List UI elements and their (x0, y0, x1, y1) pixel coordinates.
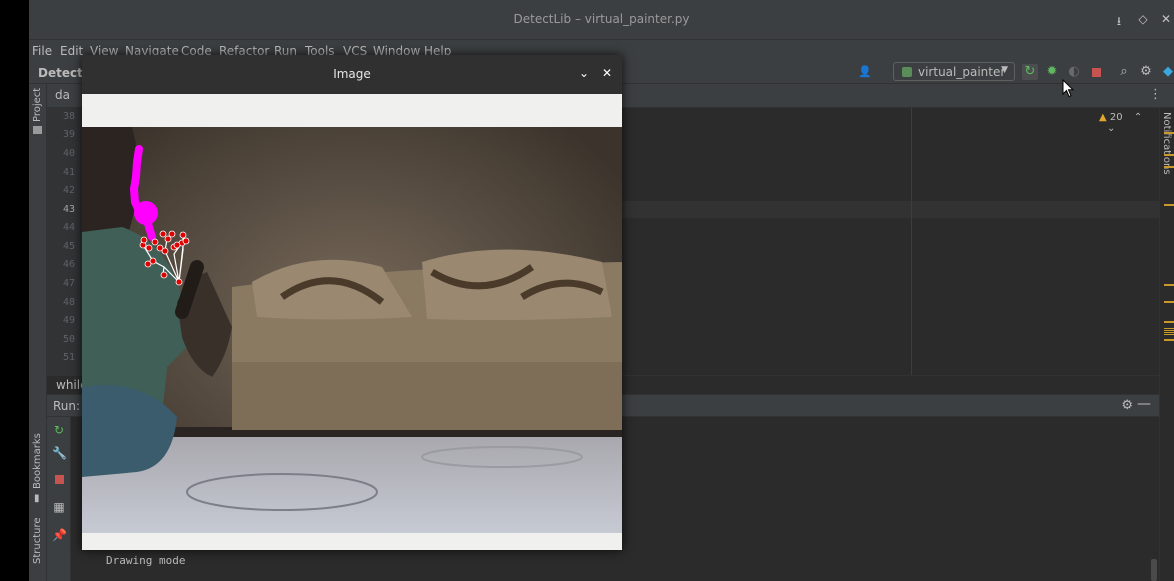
warning-stripe[interactable] (1164, 132, 1174, 134)
gear-icon[interactable]: ⚙ (1121, 398, 1133, 413)
structure-tool-button[interactable]: Structure (32, 517, 43, 564)
rerun-icon[interactable]: ↻ (52, 423, 66, 437)
sofa-seat (232, 362, 622, 430)
menu-edit[interactable]: Edit (60, 44, 83, 58)
stop-icon[interactable] (52, 473, 66, 487)
rerun-icon[interactable]: ↻ (1022, 64, 1038, 80)
debug-icon[interactable]: ✹ (1044, 64, 1060, 80)
settings-icon[interactable]: ⚙ (1138, 64, 1154, 80)
image-window-titlebar: Image ⌄ ✕ (82, 55, 622, 94)
drawing-stroke (129, 145, 143, 215)
warning-stripe[interactable] (1164, 154, 1174, 156)
bookmarks-tool-button[interactable]: Bookmarks (32, 433, 43, 489)
inspection-widget[interactable]: ▲ 20 ⌃ ⌄ (1099, 112, 1159, 134)
maximize-button[interactable]: ◇ (1135, 12, 1151, 26)
jetbrains-icon[interactable]: ◆ (1160, 64, 1174, 80)
warning-count: 20 (1109, 112, 1123, 123)
pin-icon[interactable]: 📌 (52, 528, 67, 542)
warning-stripe[interactable] (1164, 339, 1174, 341)
warning-stripe[interactable] (1164, 166, 1174, 168)
close-button[interactable]: ✕ (602, 66, 612, 80)
chevron-down-icon: ▼ (1001, 65, 1008, 75)
warning-stripe[interactable] (1164, 301, 1174, 303)
console-scrollbar[interactable] (1151, 559, 1157, 581)
search-icon[interactable]: ⌕ (1116, 64, 1132, 80)
run-configuration-select[interactable]: virtual_painter ▼ (893, 62, 1015, 81)
project-tool-button[interactable]: Project (32, 88, 43, 122)
left-tool-window-bar: Project Bookmarks ▮ Structure (29, 84, 47, 581)
warning-stripe[interactable] (1164, 284, 1174, 286)
layout-icon[interactable]: ▦ (52, 500, 66, 514)
close-button[interactable]: ✕ (1158, 12, 1174, 26)
more-tabs-icon[interactable]: ⋮ (1149, 87, 1162, 102)
right-margin-guide (911, 108, 912, 375)
coverage-icon[interactable]: ◐ (1066, 64, 1082, 80)
run-panel-toolbar: ↻ 🔧 ▦ 📌 (47, 417, 71, 581)
chevron-down-icon[interactable]: ⌄ (1107, 123, 1115, 134)
folder-icon (33, 126, 42, 134)
bookmark-icon: ▮ (34, 493, 40, 504)
run-configuration-label: virtual_painter (918, 65, 1006, 79)
window-title: DetectLib – virtual_painter.py (513, 12, 690, 26)
mouse-cursor-icon (1062, 79, 1074, 98)
desktop-left-strip (0, 0, 29, 581)
wrench-icon[interactable]: 🔧 (52, 446, 67, 460)
warning-icon: ▲ (1099, 112, 1107, 123)
warning-stripe[interactable] (1164, 328, 1174, 336)
warning-stripe[interactable] (1164, 204, 1174, 206)
right-tool-window-bar: Notifications (1159, 108, 1174, 581)
stop-icon[interactable] (1088, 64, 1104, 80)
menu-file[interactable]: File (32, 44, 52, 58)
warning-stripe[interactable] (1164, 321, 1174, 323)
webcam-frame (82, 127, 622, 533)
console-line: Drawing mode (106, 554, 186, 567)
image-padding-bottom (82, 533, 622, 550)
minimize-button[interactable]: ⭳ (1111, 12, 1127, 33)
hide-panel-icon[interactable]: — (1137, 396, 1151, 412)
user-icon[interactable]: 👤▾ (857, 64, 873, 94)
run-panel-label: Run: (53, 399, 81, 413)
image-window: Image ⌄ ✕ (82, 55, 622, 550)
editor-tab[interactable]: da (55, 88, 70, 102)
image-padding-top (82, 94, 622, 127)
title-bar: DetectLib – virtual_painter.py ⭳ ◇ ✕ (29, 0, 1174, 40)
image-window-title: Image (333, 67, 371, 81)
minimize-button[interactable]: ⌄ (579, 66, 589, 80)
chevron-up-icon[interactable]: ⌃ (1134, 112, 1142, 123)
python-icon (902, 67, 912, 77)
